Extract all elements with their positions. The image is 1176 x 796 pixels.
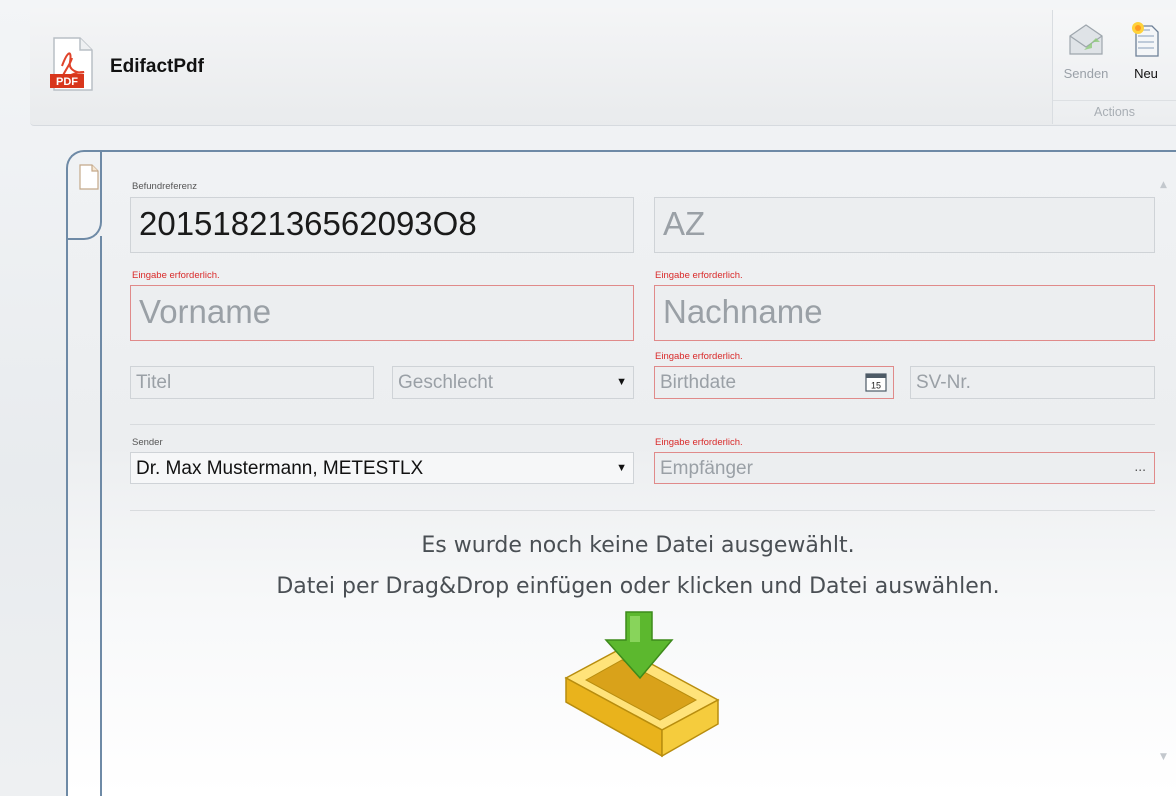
empfaenger-placeholder: Empfänger: [660, 458, 753, 479]
scroll-up-arrow[interactable]: ▲: [1160, 180, 1167, 190]
empfaenger-browse-button[interactable]: ...: [1134, 458, 1146, 474]
az-field[interactable]: AZ: [654, 197, 1155, 253]
document-icon[interactable]: [78, 164, 100, 190]
envelope-icon: [1069, 24, 1103, 55]
empfaenger-required-message: Eingabe erforderlich.: [655, 437, 743, 448]
pdf-icon: PDF: [50, 37, 93, 91]
app-title: EdifactPdf: [110, 56, 204, 77]
dropdown-arrow-icon: ▼: [616, 376, 627, 388]
dropzone-message-line2[interactable]: Datei per Drag&Drop einfügen oder klicke…: [100, 574, 1176, 599]
ribbon-header: PDF EdifactPdf Senden Neu Actions: [30, 8, 1176, 126]
form-divider: [130, 424, 1155, 425]
send-button[interactable]: Senden: [1059, 20, 1113, 94]
svnr-field[interactable]: SV-Nr.: [910, 366, 1155, 399]
dropzone-message-line1[interactable]: Es wurde noch keine Datei ausgewählt.: [100, 533, 1176, 558]
new-label: Neu: [1134, 66, 1158, 81]
vorname-required-message: Eingabe erforderlich.: [132, 270, 220, 281]
nachname-field[interactable]: Nachname: [654, 285, 1155, 341]
new-document-icon: [1132, 22, 1159, 57]
scroll-down-arrow[interactable]: ▼: [1160, 752, 1167, 762]
befundreferenz-field[interactable]: 2015182136562093O8: [130, 197, 634, 253]
sender-label: Sender: [132, 437, 163, 448]
nachname-required-message: Eingabe erforderlich.: [655, 270, 743, 281]
empfaenger-field[interactable]: Empfänger ...: [654, 452, 1155, 484]
birthdate-field[interactable]: Birthdate 15: [654, 366, 894, 399]
calendar-day: 15: [871, 381, 881, 391]
befundreferenz-label: Befundreferenz: [132, 181, 197, 192]
dropzone-divider: [130, 510, 1155, 511]
dropdown-arrow-icon: ▼: [616, 462, 627, 474]
send-label: Senden: [1063, 66, 1109, 81]
new-button[interactable]: Neu: [1119, 20, 1173, 94]
titel-field[interactable]: Titel: [130, 366, 374, 399]
geschlecht-select[interactable]: Geschlecht ▼: [392, 366, 634, 399]
birthdate-required-message: Eingabe erforderlich.: [655, 351, 743, 362]
svg-text:PDF: PDF: [56, 76, 78, 88]
actions-group-label: Actions: [1053, 100, 1176, 120]
actions-group: Senden Neu Actions: [1052, 10, 1176, 124]
geschlecht-placeholder: Geschlecht: [398, 372, 494, 393]
document-panel-edge: [100, 236, 102, 796]
vorname-field[interactable]: Vorname: [130, 285, 634, 341]
sender-value: Dr. Max Mustermann, METESTLX: [136, 458, 424, 479]
sender-select[interactable]: Dr. Max Mustermann, METESTLX ▼: [130, 452, 634, 484]
birthdate-placeholder: Birthdate: [660, 372, 737, 393]
file-drop-icon[interactable]: [560, 608, 730, 768]
calendar-icon[interactable]: 15: [865, 372, 887, 392]
